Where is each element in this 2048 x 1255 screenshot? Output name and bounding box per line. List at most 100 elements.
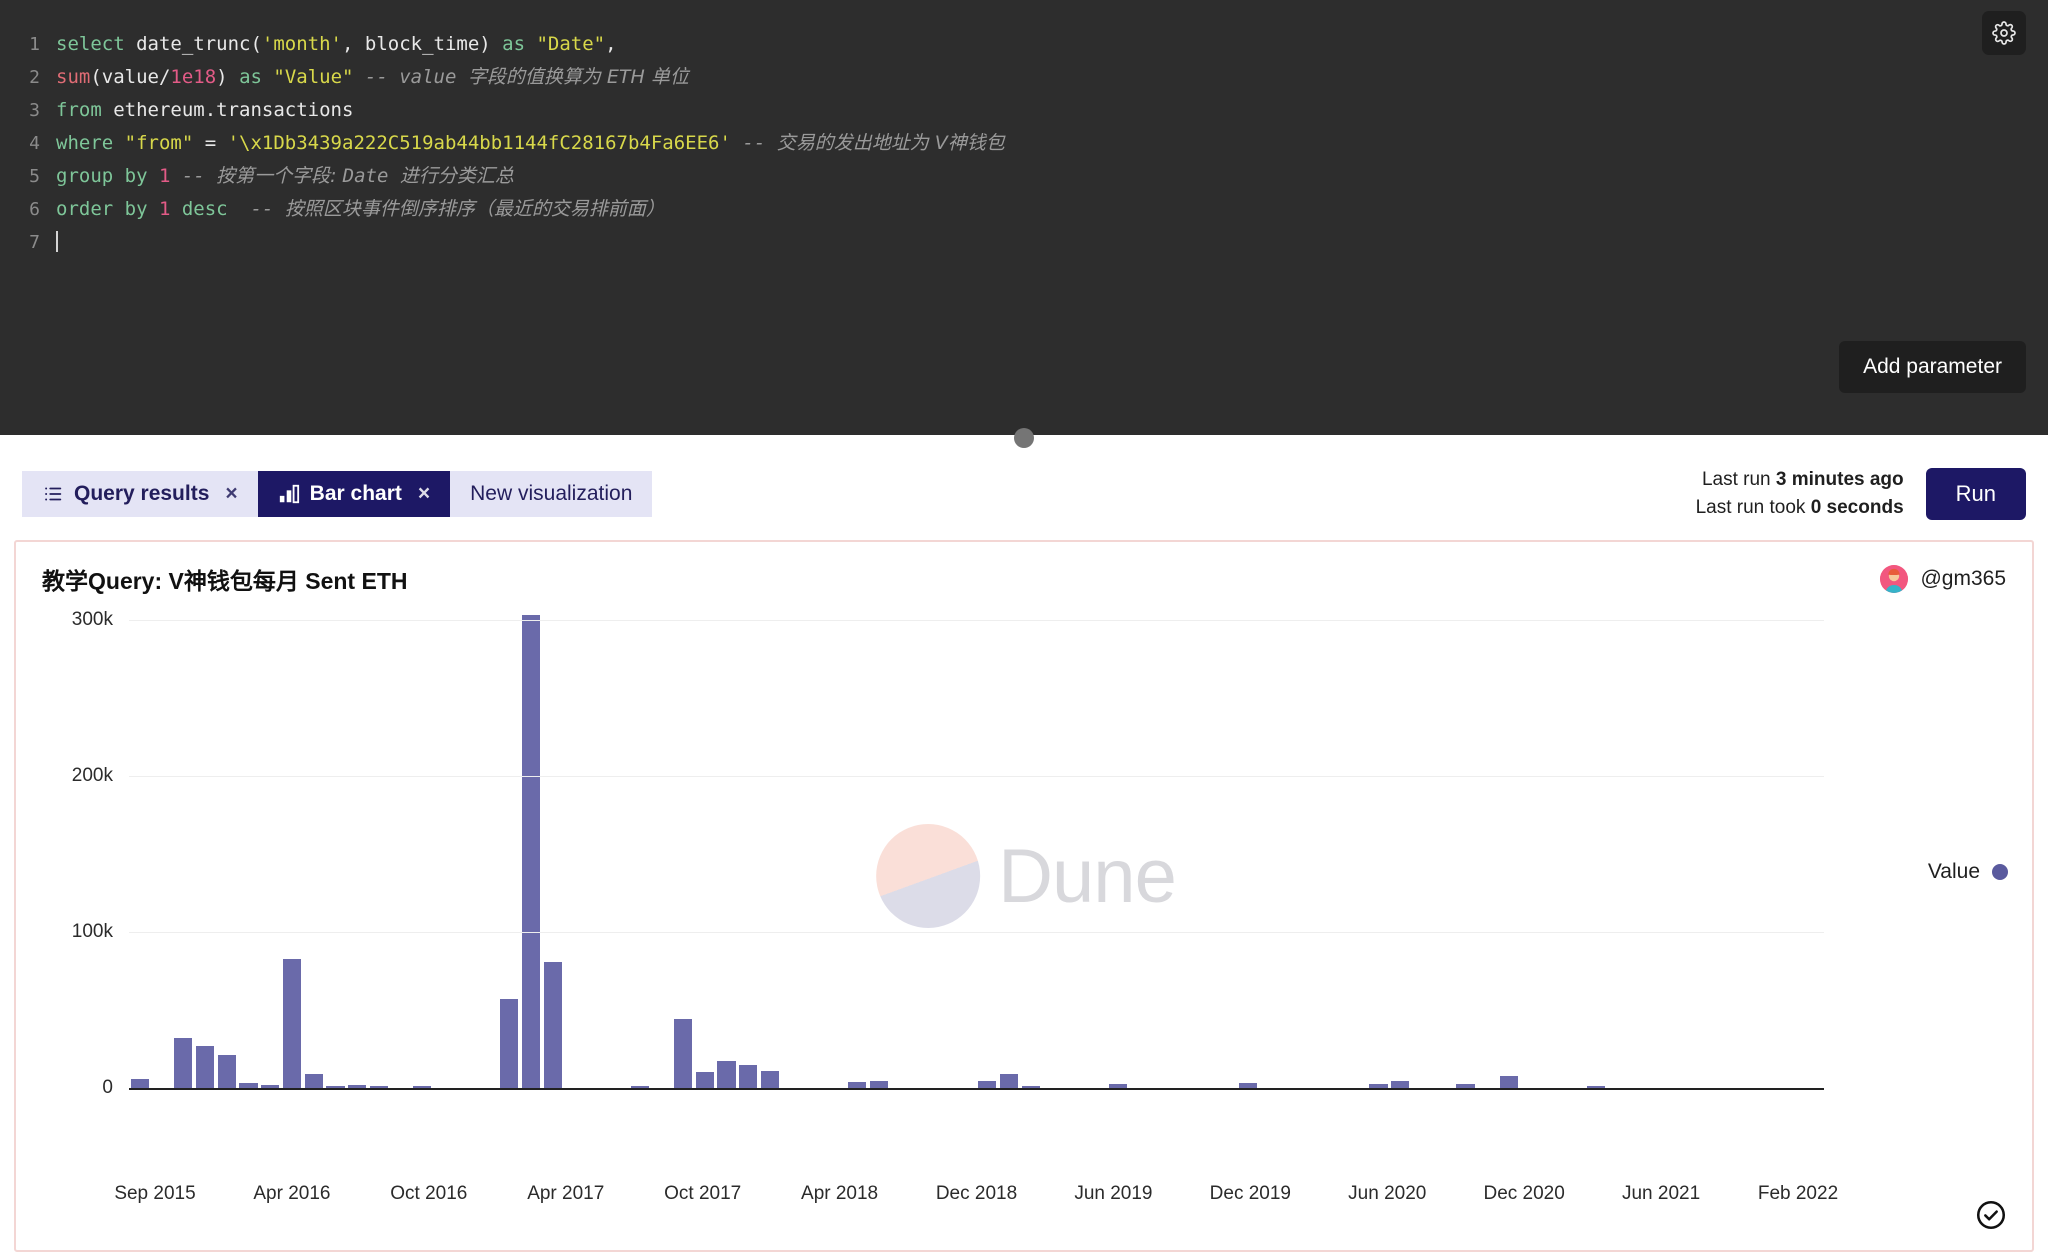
last-run-took-value: 0 seconds [1811,497,1904,518]
bar[interactable] [283,959,301,1088]
x-axis-tick-label: Jun 2020 [1348,1183,1426,1205]
author-handle: @gm365 [1920,567,2006,591]
code-line-text [56,226,58,259]
bar[interactable] [218,1055,236,1088]
author-block: @gm365 [1880,565,2006,593]
run-button[interactable]: Run [1926,468,2026,520]
visualization-header: 教学Query: V神钱包每月 Sent ETH @gm365 [16,542,2032,596]
tab-label: New visualization [470,482,632,506]
code-line-text: select date_trunc('month', block_time) a… [56,28,617,61]
bar[interactable] [739,1065,757,1088]
y-axis-tick-label: 200k [72,765,113,787]
bar[interactable] [544,962,562,1088]
line-number: 4 [0,127,56,160]
x-axis-tick-label: Apr 2018 [801,1183,878,1205]
bar[interactable] [196,1046,214,1088]
tab-new-visualization[interactable]: New visualization [450,471,652,517]
tab-bar-chart[interactable]: Bar chart × [258,471,450,517]
line-number: 3 [0,94,56,127]
bar[interactable] [522,615,540,1088]
code-line-text: where "from" = '\x1Db3439a222C519ab44bb1… [56,127,1005,160]
bar-series-value[interactable] [129,598,1824,1088]
code-line-text: order by 1 desc -- 按照区块事件倒序排序（最近的交易排前面） [56,193,665,226]
bar[interactable] [131,1079,149,1088]
add-parameter-button[interactable]: Add parameter [1839,341,2026,393]
code-line-text: from ethereum.transactions [56,94,353,127]
last-run-prefix: Last run [1702,469,1776,490]
line-number: 5 [0,160,56,193]
last-run-value: 3 minutes ago [1776,469,1904,490]
gridline [129,932,1824,933]
x-axis-tick-label: Oct 2017 [664,1183,741,1205]
tab-list: Query results × Bar chart × New visualizatio… [22,471,652,517]
bar[interactable] [305,1074,323,1088]
legend-swatch-value [1992,864,2008,880]
x-axis-tick-label: Feb 2022 [1758,1183,1838,1205]
gear-icon[interactable] [1982,11,2026,55]
visualization-card: 教学Query: V神钱包每月 Sent ETH @gm365 Dune Val… [14,540,2034,1252]
line-number: 6 [0,193,56,226]
x-axis-tick-label: Dec 2019 [1210,1183,1291,1205]
code-line[interactable]: 7 [0,226,2048,259]
x-axis-line [129,1088,1824,1090]
last-run-line: Last run 3 minutes ago [1696,466,1904,494]
legend-label-value: Value [1928,860,1980,884]
bar[interactable] [978,1081,996,1088]
bar[interactable] [674,1019,692,1088]
bar[interactable] [870,1081,888,1088]
tab-query-results[interactable]: Query results × [22,471,258,517]
y-axis-tick-label: 0 [102,1077,113,1099]
code-line[interactable]: 3from ethereum.transactions [0,94,2048,127]
code-line[interactable]: 1select date_trunc('month', block_time) … [0,28,2048,61]
code-line[interactable]: 2sum(value/1e18) as "Value" -- value 字段的… [0,61,2048,94]
run-info: Last run 3 minutes ago Last run took 0 s… [1696,466,2026,522]
y-axis-tick-label: 300k [72,609,113,631]
editor-resize-handle[interactable] [1014,428,1034,448]
line-number: 1 [0,28,56,61]
line-number: 2 [0,61,56,94]
last-run-took-prefix: Last run took [1696,497,1811,518]
sql-editor[interactable]: 1select date_trunc('month', block_time) … [0,0,2048,435]
last-run-status: Last run 3 minutes ago Last run took 0 s… [1696,466,1904,522]
chart-legend[interactable]: Value [1928,860,2008,884]
x-axis-tick-label: Sep 2015 [114,1183,195,1205]
last-run-took-line: Last run took 0 seconds [1696,494,1904,522]
bar[interactable] [174,1038,192,1088]
bar-chart-icon [278,483,300,505]
text-caret [56,231,58,252]
check-circle-icon[interactable] [1974,1198,2008,1232]
y-axis-tick-label: 100k [72,921,113,943]
list-icon [42,483,64,505]
code-line-text: sum(value/1e18) as "Value" -- value 字段的值… [56,61,689,94]
gridline [129,776,1824,777]
bar[interactable] [500,999,518,1088]
tab-label: Bar chart [310,482,402,506]
code-line[interactable]: 5group by 1 -- 按第一个字段: Date 进行分类汇总 [0,160,2048,193]
code-line[interactable]: 6order by 1 desc -- 按照区块事件倒序排序（最近的交易排前面） [0,193,2048,226]
bar[interactable] [1391,1081,1409,1088]
tab-label: Query results [74,482,209,506]
chart-title: 教学Query: V神钱包每月 Sent ETH [42,562,407,596]
bar[interactable] [1000,1074,1018,1088]
x-axis-tick-label: Apr 2017 [527,1183,604,1205]
x-axis-tick-label: Dec 2018 [936,1183,1017,1205]
close-icon[interactable]: × [225,482,237,506]
bar[interactable] [1500,1076,1518,1088]
x-axis-tick-label: Apr 2016 [253,1183,330,1205]
bar[interactable] [696,1072,714,1088]
line-number: 7 [0,226,56,259]
chart-plot-area[interactable]: Dune Value 0100k200k300kSep 2015Apr 2016… [16,598,2034,1248]
visualization-tabbar: Query results × Bar chart × New visualizatio… [0,453,2048,535]
x-axis-tick-label: Jun 2021 [1622,1183,1700,1205]
editor-resize-strip [0,435,2048,453]
code-line[interactable]: 4where "from" = '\x1Db3439a222C519ab44bb… [0,127,2048,160]
close-icon[interactable]: × [418,482,430,506]
bar[interactable] [717,1061,735,1088]
gridline [129,620,1824,621]
x-axis-tick-label: Dec 2020 [1483,1183,1564,1205]
x-axis-tick-label: Jun 2019 [1074,1183,1152,1205]
avatar [1880,565,1908,593]
bar[interactable] [761,1071,779,1088]
code-line-text: group by 1 -- 按第一个字段: Date 进行分类汇总 [56,160,514,193]
sql-code-body[interactable]: 1select date_trunc('month', block_time) … [0,28,2048,259]
